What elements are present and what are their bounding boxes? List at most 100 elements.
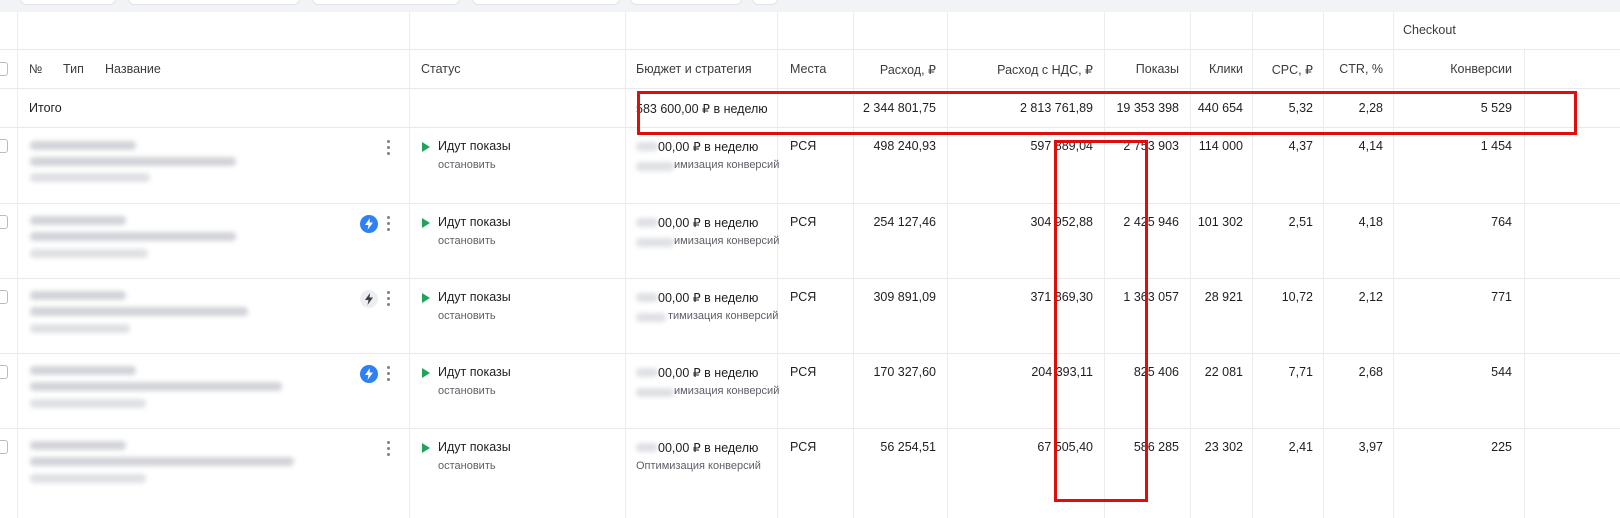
campaign-meta-redacted (30, 249, 148, 258)
strategy-value: тимизация конверсий (668, 310, 779, 322)
conversions-value: 764 (1491, 215, 1512, 229)
conversions-value: 771 (1491, 290, 1512, 304)
campaign-id-redacted (30, 366, 136, 375)
header-name[interactable]: Название (105, 62, 161, 76)
filter-chip[interactable] (630, 0, 742, 5)
autotargeting-bolt-icon[interactable] (360, 290, 378, 308)
row-checkbox[interactable] (0, 440, 8, 454)
campaign-meta-redacted (30, 399, 146, 408)
campaign-id-redacted (30, 141, 136, 150)
table-row[interactable]: Идут показы остановить 00,00 ₽ в неделю … (0, 204, 1620, 279)
header-budget[interactable]: Бюджет и стратегия (636, 62, 752, 76)
stop-link[interactable]: остановить (438, 460, 496, 472)
ctr-value: 2,68 (1358, 365, 1383, 379)
row-checkbox[interactable] (0, 139, 8, 153)
status-text: Идут показы (438, 139, 511, 153)
row-checkbox[interactable] (0, 365, 8, 379)
status-text: Идут показы (438, 365, 511, 379)
more-options-icon[interactable] (387, 291, 391, 307)
header-status[interactable]: Статус (421, 62, 461, 76)
clicks-value: 28 921 (1204, 290, 1243, 304)
select-all-checkbox[interactable] (0, 62, 8, 76)
cpc-value: 7,71 (1288, 365, 1313, 379)
status-text: Идут показы (438, 290, 511, 304)
campaign-name-redacted[interactable] (30, 457, 294, 466)
ctr-value: 4,18 (1358, 215, 1383, 229)
strategy-value: Оптимизация конверсий (636, 460, 761, 472)
header-impressions[interactable]: Показы (1136, 62, 1179, 76)
filter-bar (0, 0, 1620, 12)
table-row[interactable]: Идут показы остановить 00,00 ₽ в неделю … (0, 279, 1620, 354)
more-options-icon[interactable] (387, 441, 391, 457)
table-header: № Тип Название Статус Бюджет и стратегия… (0, 50, 1620, 89)
filter-chip[interactable] (312, 0, 460, 5)
campaign-name-redacted[interactable] (30, 232, 236, 241)
clicks-value: 101 302 (1197, 215, 1243, 229)
filter-chip[interactable] (20, 0, 116, 5)
header-type[interactable]: Тип (63, 62, 84, 76)
strategy-value: имизация конверсий (674, 235, 780, 247)
spend-value: 309 891,09 (873, 290, 936, 304)
campaign-meta-redacted (30, 474, 146, 483)
campaign-meta-redacted (30, 173, 150, 182)
header-ctr[interactable]: CTR, % (1339, 62, 1383, 76)
play-icon (422, 218, 430, 228)
table-row[interactable]: Идут показы остановить 00,00 ₽ в неделю … (0, 354, 1620, 429)
header-places[interactable]: Места (790, 62, 826, 76)
header-spend-vat[interactable]: Расход с НДС, ₽ (997, 62, 1093, 77)
ctr-value: 3,97 (1358, 440, 1383, 454)
spend-value: 498 240,93 (873, 139, 936, 153)
table-row[interactable]: Идут показы остановить 00,00 ₽ в неделю … (0, 429, 1620, 518)
cpc-value: 2,41 (1288, 440, 1313, 454)
places-value: РСЯ (790, 440, 817, 454)
stop-link[interactable]: остановить (438, 235, 496, 247)
strategy-value: имизация конверсий (674, 159, 780, 171)
stop-link[interactable]: остановить (438, 159, 496, 171)
highlight-spend-vat-column (1054, 140, 1148, 502)
budget-value: 00,00 ₽ в неделю (658, 441, 759, 455)
play-icon (422, 443, 430, 453)
stop-link[interactable]: остановить (438, 385, 496, 397)
clicks-value: 22 081 (1204, 365, 1243, 379)
goal-group-header: Checkout (1403, 23, 1456, 37)
ctr-value: 2,12 (1358, 290, 1383, 304)
row-checkbox[interactable] (0, 215, 8, 229)
header-cpc[interactable]: CPC, ₽ (1272, 62, 1313, 77)
filter-chip[interactable] (472, 0, 620, 5)
conversions-value: 225 (1491, 440, 1512, 454)
spend-value: 254 127,46 (873, 215, 936, 229)
places-value: РСЯ (790, 139, 817, 153)
campaign-meta-redacted (30, 324, 130, 333)
filter-chip[interactable] (128, 0, 300, 5)
places-value: РСЯ (790, 365, 817, 379)
cpc-value: 4,37 (1288, 139, 1313, 153)
campaign-id-redacted (30, 216, 126, 225)
autotargeting-bolt-icon[interactable] (360, 215, 378, 233)
more-options-icon[interactable] (387, 140, 391, 156)
autotargeting-bolt-icon[interactable] (360, 365, 378, 383)
stop-link[interactable]: остановить (438, 310, 496, 322)
header-no[interactable]: № (29, 62, 42, 76)
campaign-name-redacted[interactable] (30, 382, 282, 391)
header-conversions[interactable]: Конверсии (1450, 62, 1512, 76)
play-icon (422, 293, 430, 303)
campaign-name-redacted[interactable] (30, 157, 236, 166)
total-label: Итого (29, 101, 62, 115)
table-group-header: Checkout (0, 12, 1620, 50)
budget-value: 00,00 ₽ в неделю (658, 140, 759, 154)
budget-value: 00,00 ₽ в неделю (658, 216, 759, 230)
more-options-icon[interactable] (387, 216, 391, 232)
clicks-value: 23 302 (1204, 440, 1243, 454)
header-spend[interactable]: Расход, ₽ (880, 62, 936, 77)
play-icon (422, 142, 430, 152)
filter-chip[interactable] (752, 0, 778, 5)
strategy-value: имизация конверсий (674, 385, 780, 397)
row-checkbox[interactable] (0, 290, 8, 304)
budget-value: 00,00 ₽ в неделю (658, 291, 759, 305)
more-options-icon[interactable] (387, 366, 391, 382)
clicks-value: 114 000 (1198, 139, 1243, 153)
table-row[interactable]: Идут показы остановить 00,00 ₽ в неделю … (0, 128, 1620, 204)
header-clicks[interactable]: Клики (1209, 62, 1243, 76)
campaign-name-redacted[interactable] (30, 307, 248, 316)
status-text: Идут показы (438, 440, 511, 454)
